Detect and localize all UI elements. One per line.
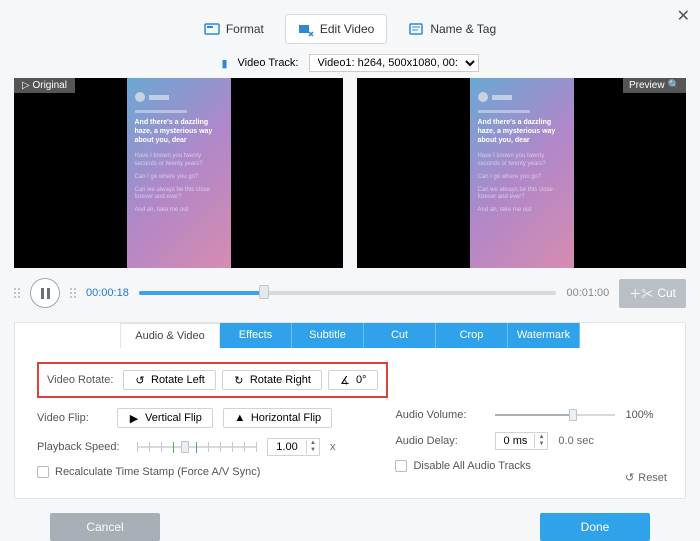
total-time: 00:01:00 xyxy=(566,287,609,299)
mark-in-handle[interactable] xyxy=(14,288,20,298)
tab-name-tag[interactable]: Name & Tag xyxy=(395,14,509,44)
cut-button[interactable]: ＋✂ Cut xyxy=(619,279,686,308)
panel-tab-effects[interactable]: Effects xyxy=(220,323,292,348)
format-icon xyxy=(204,21,220,37)
volume-value: 100% xyxy=(625,409,653,421)
video-track-bar: ▮ Video Track: Video1: h264, 500x1080, 0… xyxy=(0,52,700,78)
magnify-icon: 🔍 xyxy=(668,80,680,91)
vertical-flip-button[interactable]: ▶ Vertical Flip xyxy=(117,408,213,428)
mark-out-handle[interactable] xyxy=(70,288,76,298)
vertical-flip-icon: ▶ xyxy=(128,412,140,424)
done-button[interactable]: Done xyxy=(540,513,650,541)
panel-tab-crop[interactable]: Crop xyxy=(436,323,508,348)
panel-tab-cut[interactable]: Cut xyxy=(364,323,436,348)
spin-down-icon[interactable]: ▼ xyxy=(307,447,319,454)
rotate-highlight: Video Rotate: ↺ Rotate Left ↻ Rotate Rig… xyxy=(37,362,388,398)
speed-label: Playback Speed: xyxy=(37,441,127,453)
spin-up-icon[interactable]: ▲ xyxy=(307,440,319,447)
scissors-icon: ＋✂ xyxy=(629,285,653,302)
result-preview: Preview 🔍 And there's a dazzling haze, a… xyxy=(357,78,686,268)
reset-button[interactable]: ↺ Reset xyxy=(625,471,667,484)
reset-icon: ↺ xyxy=(625,471,634,484)
spin-up-icon[interactable]: ▲ xyxy=(535,434,547,441)
disable-audio-checkbox[interactable]: Disable All Audio Tracks xyxy=(395,460,530,472)
video-track-label: Video Track: xyxy=(238,57,299,69)
rotate-right-icon: ↻ xyxy=(233,374,245,386)
panel-tab-watermark[interactable]: Watermark xyxy=(508,323,580,348)
speed-input[interactable]: ▲▼ xyxy=(267,438,320,456)
spin-down-icon[interactable]: ▼ xyxy=(535,441,547,448)
flip-label: Video Flip: xyxy=(37,412,107,424)
close-icon[interactable]: ✕ xyxy=(677,6,690,26)
rotate-angle-button[interactable]: ∡ 0° xyxy=(328,370,378,390)
timeline-slider[interactable] xyxy=(139,283,557,303)
speed-slider[interactable] xyxy=(137,439,257,455)
settings-panel: Audio & Video Effects Subtitle Cut Crop … xyxy=(14,322,686,499)
volume-label: Audio Volume: xyxy=(395,409,485,421)
delay-unit: 0.0 sec xyxy=(558,435,593,447)
film-icon: ▮ xyxy=(221,57,227,70)
delay-label: Audio Delay: xyxy=(395,435,485,447)
rotate-right-button[interactable]: ↻ Rotate Right xyxy=(222,370,322,390)
rotate-left-icon: ↺ xyxy=(134,374,146,386)
cancel-button[interactable]: Cancel xyxy=(50,513,160,541)
tab-edit-video-label: Edit Video xyxy=(320,22,375,36)
original-frame: And there's a dazzling haze, a mysteriou… xyxy=(127,78,231,268)
delay-input[interactable]: ▲▼ xyxy=(495,432,548,450)
panel-tab-subtitle[interactable]: Subtitle xyxy=(292,323,364,348)
horizontal-flip-icon: ▲ xyxy=(234,412,246,424)
original-badge: ▷ Original xyxy=(14,78,75,93)
angle-icon: ∡ xyxy=(339,374,351,386)
volume-slider[interactable] xyxy=(495,408,615,422)
name-tag-icon xyxy=(408,21,424,37)
playback-bar: 00:00:18 00:01:00 ＋✂ Cut xyxy=(0,268,700,322)
original-preview: ▷ Original And there's a dazzling haze, … xyxy=(14,78,343,268)
speed-unit: x xyxy=(330,441,336,453)
play-pause-button[interactable] xyxy=(30,278,60,308)
video-track-select[interactable]: Video1: h264, 500x1080, 00:01:00 xyxy=(309,54,479,72)
preview-badge[interactable]: Preview 🔍 xyxy=(623,78,686,93)
result-frame: And there's a dazzling haze, a mysteriou… xyxy=(470,78,574,268)
footer: Cancel Done xyxy=(0,499,700,541)
tab-format-label: Format xyxy=(226,22,264,36)
rotate-left-button[interactable]: ↺ Rotate Left xyxy=(123,370,216,390)
panel-tab-audio-video[interactable]: Audio & Video xyxy=(120,323,220,348)
edit-video-icon xyxy=(298,21,314,37)
horizontal-flip-button[interactable]: ▲ Horizontal Flip xyxy=(223,408,332,428)
tab-name-tag-label: Name & Tag xyxy=(430,22,496,36)
pause-icon xyxy=(41,288,50,299)
recalc-checkbox[interactable]: Recalculate Time Stamp (Force A/V Sync) xyxy=(37,466,260,478)
tab-edit-video[interactable]: Edit Video xyxy=(285,14,388,44)
tab-format[interactable]: Format xyxy=(191,14,277,44)
top-tab-bar: Format Edit Video Name & Tag xyxy=(0,0,700,52)
current-time: 00:00:18 xyxy=(86,287,129,299)
panel-tab-bar: Audio & Video Effects Subtitle Cut Crop … xyxy=(15,323,685,348)
rotate-label: Video Rotate: xyxy=(47,374,117,386)
